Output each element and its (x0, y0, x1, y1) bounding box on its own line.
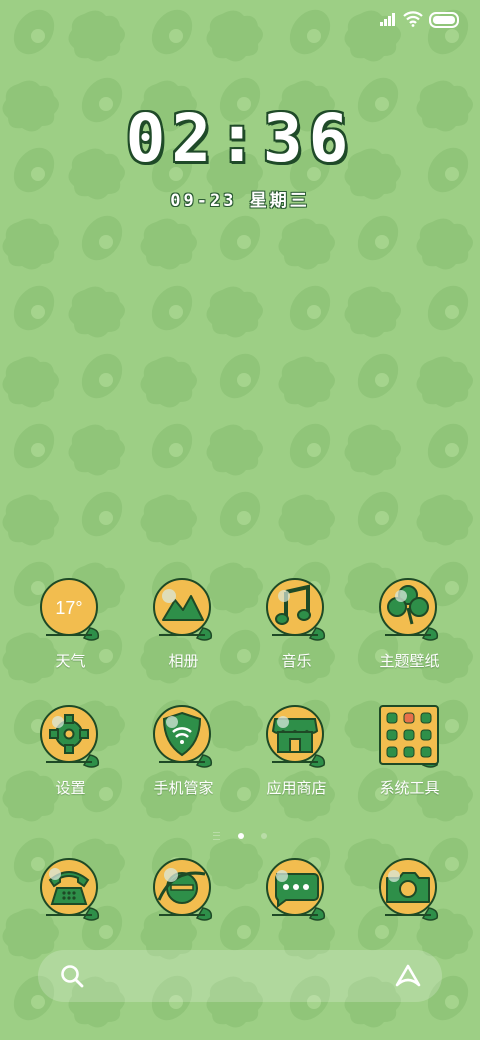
app-themes[interactable]: 主题壁纸 (353, 578, 466, 688)
app-label: 主题壁纸 (379, 653, 440, 670)
battery-icon (429, 12, 459, 28)
search-bar[interactable] (38, 950, 442, 1002)
shield-icon (153, 705, 213, 768)
clock-time: 02:36 (125, 100, 355, 177)
weather-icon: 17° (40, 578, 100, 641)
app-grid-row-1: 17° 天气 相册 音乐 主题壁纸 (14, 578, 466, 688)
messages-icon (266, 858, 326, 921)
folder-icon (379, 705, 439, 768)
app-gallery[interactable]: 相册 (127, 578, 240, 688)
app-label: 相册 (168, 653, 199, 670)
app-music[interactable]: 音乐 (240, 578, 353, 688)
store-icon (266, 705, 326, 768)
wifi-icon (403, 11, 423, 27)
app-store[interactable]: 应用商店 (240, 705, 353, 815)
status-bar (0, 0, 480, 40)
phone-icon (40, 858, 100, 921)
app-weather[interactable]: 17° 天气 (14, 578, 127, 688)
browser-icon (153, 858, 213, 921)
app-label: 手机管家 (153, 780, 214, 797)
signal-bars-icon (380, 13, 395, 26)
camera-icon (379, 858, 439, 921)
app-grid-row-2: 设置 手机管家 应用商店 系统工具 (14, 705, 466, 815)
page-indicator-dot[interactable] (260, 832, 267, 839)
music-icon (266, 578, 326, 641)
gallery-icon (153, 578, 213, 641)
clover-icon (379, 578, 439, 641)
page-indicator-minus-one[interactable] (213, 831, 221, 840)
app-security[interactable]: 手机管家 (127, 705, 240, 815)
assistant-icon[interactable] (394, 963, 422, 989)
search-icon[interactable] (60, 964, 84, 988)
app-label: 应用商店 (266, 780, 327, 797)
app-label: 音乐 (281, 653, 312, 670)
clock-date: 09-23 星期三 (170, 191, 310, 211)
app-settings[interactable]: 设置 (14, 705, 127, 815)
app-label: 设置 (55, 780, 86, 797)
weather-temp: 17° (55, 598, 82, 618)
page-indicator-dot-active[interactable] (237, 832, 244, 839)
page-indicator (0, 825, 480, 844)
app-label: 系统工具 (379, 780, 440, 797)
app-folder-tools[interactable]: 系统工具 (353, 705, 466, 815)
gear-icon (40, 705, 100, 768)
app-label: 天气 (55, 653, 86, 670)
